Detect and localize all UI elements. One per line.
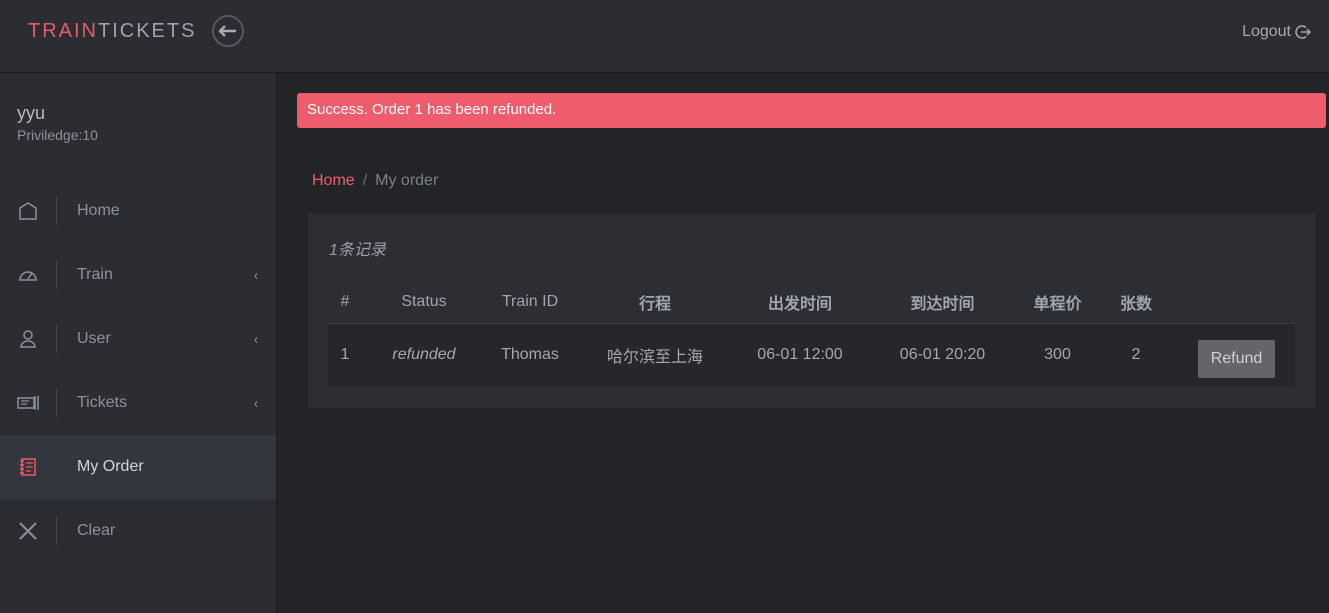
sidebar-item-label: User: [77, 330, 111, 347]
order-price: 300: [1021, 323, 1094, 386]
refund-button[interactable]: Refund: [1198, 340, 1275, 378]
chevron-left-icon: ‹: [253, 267, 259, 283]
brand-part2: TICKETS: [98, 20, 197, 42]
home-icon: [19, 202, 37, 220]
top-bar: TRAINTICKETS Logout: [0, 0, 1329, 73]
sidebar-item-home[interactable]: Home: [0, 179, 276, 243]
logout-button[interactable]: Logout: [1242, 23, 1311, 41]
column-header: 行程: [574, 281, 736, 324]
brand-part1: TRAIN: [28, 20, 98, 42]
order-action-cell: Refund: [1178, 323, 1295, 386]
user-privilege: Priviledge:10: [17, 127, 98, 143]
brand-logo[interactable]: TRAINTICKETS: [28, 20, 196, 43]
sidebar-item-my-order[interactable]: My Order: [0, 435, 276, 499]
sidebar-item-label: Tickets: [77, 394, 128, 411]
ticket-icon: [17, 396, 39, 410]
arrow-left-icon: [219, 25, 236, 37]
sidebar-item-user[interactable]: User ‹: [0, 307, 276, 371]
orders-table: # Status Train ID 行程 出发时间 到达时间 单程价 张数 1 …: [328, 281, 1295, 386]
column-header: [1178, 281, 1295, 324]
order-route: 哈尔滨至上海: [574, 323, 736, 386]
order-index: 1: [328, 323, 362, 386]
sidebar-item-label: My Order: [77, 458, 144, 475]
logout-label: Logout: [1242, 23, 1291, 40]
sidebar-item-label: Clear: [77, 522, 116, 539]
order-ticket-count: 2: [1094, 323, 1178, 386]
breadcrumb-current: My order: [375, 172, 439, 189]
order-depart-time: 06-01 12:00: [736, 323, 864, 386]
table-header-row: # Status Train ID 行程 出发时间 到达时间 单程价 张数: [328, 281, 1295, 324]
sidebar-item-train[interactable]: Train ‹: [0, 243, 276, 307]
column-header: 到达时间: [864, 281, 1021, 324]
close-icon: [19, 522, 37, 540]
breadcrumb-separator: /: [362, 172, 368, 189]
sidebar-item-label: Home: [77, 202, 120, 219]
sidebar-item-label: Train: [77, 266, 113, 283]
success-alert: Success. Order 1 has been refunded.: [297, 93, 1326, 128]
breadcrumb-home-link[interactable]: Home: [312, 172, 355, 189]
order-icon: [20, 458, 36, 476]
record-count: 1条记录: [329, 242, 386, 259]
table-row: 1 refunded Thomas 哈尔滨至上海 06-01 12:00 06-…: [328, 323, 1295, 386]
chevron-left-icon: ‹: [253, 395, 259, 411]
breadcrumb: Home / My order: [312, 172, 438, 190]
column-header: 出发时间: [736, 281, 864, 324]
dashboard-icon: [19, 271, 37, 281]
column-header: Status: [362, 281, 486, 324]
orders-panel: 1条记录 # Status Train ID 行程 出发时间 到达时间 单程价 …: [308, 213, 1315, 408]
order-status: refunded: [362, 323, 486, 386]
user-icon: [20, 330, 36, 348]
order-arrive-time: 06-01 20:20: [864, 323, 1021, 386]
chevron-left-icon: ‹: [253, 331, 259, 347]
sidebar-item-clear[interactable]: Clear: [0, 499, 276, 563]
column-header: Train ID: [486, 281, 574, 324]
sidebar: yyu Priviledge:10 Home Train ‹ User ‹ Ti…: [0, 73, 277, 613]
sidebar-item-tickets[interactable]: Tickets ‹: [0, 371, 276, 435]
column-header: 单程价: [1021, 281, 1094, 324]
column-header: 张数: [1094, 281, 1178, 324]
user-name: yyu: [17, 103, 46, 123]
logout-icon: [1295, 25, 1311, 39]
back-button[interactable]: [212, 15, 244, 47]
column-header: #: [328, 281, 362, 324]
order-train-id: Thomas: [486, 323, 574, 386]
